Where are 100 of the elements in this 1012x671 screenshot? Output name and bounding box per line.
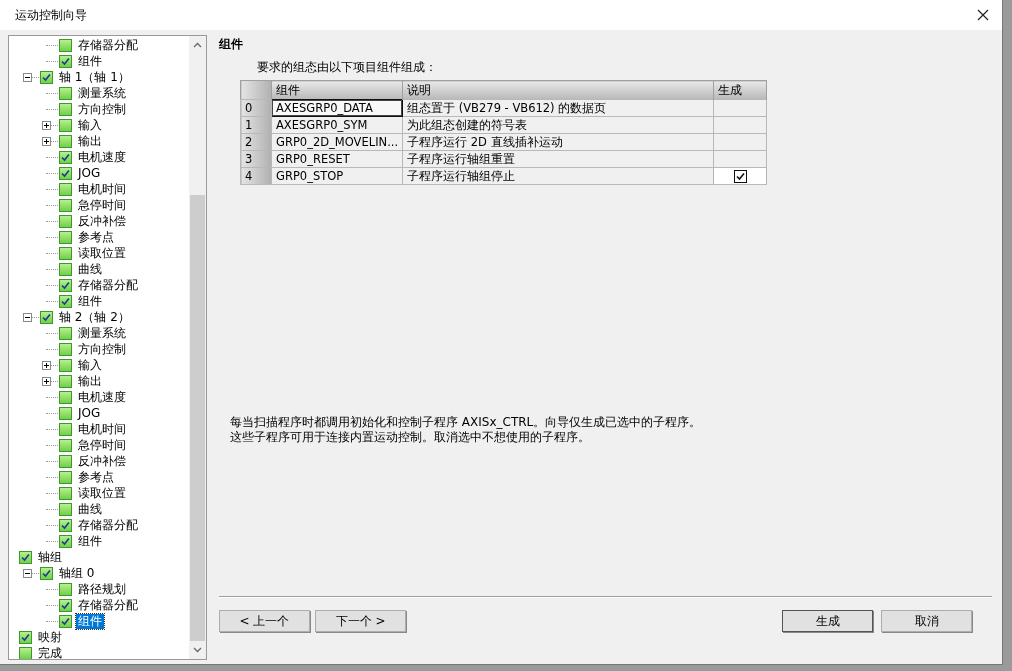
tree-item[interactable]: 曲线 [76,501,104,517]
tree-checkbox[interactable] [59,38,72,52]
tree-item[interactable]: 参考点 [76,229,116,245]
next-button[interactable]: 下一个 > [315,610,406,632]
expander-icon[interactable] [23,72,32,82]
tree-item[interactable]: 电机时间 [76,181,128,197]
tree-checkbox[interactable] [59,198,72,212]
tree-checkbox[interactable] [59,342,72,356]
tree-item[interactable]: 读取位置 [76,245,128,261]
tree-checkbox[interactable] [59,102,72,116]
tree-item[interactable]: 测量系统 [76,325,128,341]
scroll-down-icon[interactable] [193,647,202,653]
tree-checkbox[interactable] [59,534,72,548]
tree-checkbox[interactable] [59,326,72,340]
cancel-button[interactable]: 取消 [881,610,972,632]
tree-checkbox[interactable] [59,358,72,372]
tree-item[interactable]: 输入 [76,357,104,373]
tree-checkbox[interactable] [59,454,72,468]
tree-item[interactable]: 轴组 [36,549,64,565]
tree-checkbox[interactable] [59,582,72,596]
tree-item[interactable]: 读取位置 [76,485,128,501]
tree-item[interactable]: JOG [76,405,103,421]
tree-checkbox[interactable] [59,54,72,68]
tree-checkbox[interactable] [19,550,32,564]
tree-item[interactable]: 组件 [76,293,104,309]
tree-checkbox[interactable] [59,518,72,532]
tree-item[interactable]: 轴 2（轴 2） [57,309,132,325]
tree-item[interactable]: 曲线 [76,261,104,277]
row-header: 0 [240,99,272,117]
table-cell[interactable]: AXESGRP0_DATA [271,99,403,117]
tree-checkbox[interactable] [59,294,72,308]
expander-icon[interactable] [42,136,51,146]
generate-button[interactable]: 生成 [782,610,873,632]
scroll-up-icon[interactable] [193,42,202,48]
tree-item[interactable]: 方向控制 [76,341,128,357]
tree-item[interactable]: 输出 [76,133,104,149]
column-header[interactable]: 组件 [271,80,403,100]
tree-checkbox[interactable] [59,246,72,260]
tree-checkbox[interactable] [59,614,72,628]
tree-checkbox[interactable] [40,70,53,84]
scrollbar-thumb[interactable] [190,194,205,641]
tree-checkbox[interactable] [59,166,72,180]
tree-checkbox[interactable] [59,118,72,132]
tree-checkbox[interactable] [59,438,72,452]
tree-item[interactable]: 路径规划 [76,581,128,597]
expander-icon[interactable] [42,360,51,370]
tree-checkbox[interactable] [59,262,72,276]
tree-checkbox[interactable] [19,646,32,659]
expander-icon[interactable] [23,312,32,322]
tree-item[interactable]: JOG [76,165,103,181]
tree-checkbox[interactable] [59,486,72,500]
tree-item[interactable]: 参考点 [76,469,116,485]
tree-item[interactable]: 组件 [76,533,104,549]
tree-item[interactable]: 完成 [36,645,64,659]
tree-item[interactable]: 存储器分配 [76,597,140,613]
tree-item[interactable]: 电机时间 [76,421,128,437]
tree-item[interactable]: 输出 [76,373,104,389]
tree-item[interactable]: 方向控制 [76,101,128,117]
expander-icon[interactable] [42,376,51,386]
tree-checkbox[interactable] [59,230,72,244]
tree-checkbox[interactable] [19,630,32,644]
tree-item[interactable]: 反冲补偿 [76,453,128,469]
tree-checkbox[interactable] [59,406,72,420]
tree-item[interactable]: 输入 [76,117,104,133]
tree-item[interactable]: 急停时间 [76,197,128,213]
tree-item[interactable]: 存储器分配 [76,277,140,293]
tree-item[interactable]: 存储器分配 [76,517,140,533]
tree-item[interactable]: 存储器分配 [76,37,140,53]
tree-checkbox[interactable] [59,182,72,196]
tree-item[interactable]: 电机速度 [76,149,128,165]
expander-icon[interactable] [42,120,51,130]
close-icon[interactable] [977,9,989,21]
generate-checkbox[interactable] [733,170,747,183]
tree-checkbox[interactable] [59,134,72,148]
column-header[interactable]: 生成 [713,80,767,100]
tree-checkbox[interactable] [40,310,53,324]
tree-checkbox[interactable] [59,422,72,436]
tree-checkbox[interactable] [59,390,72,404]
tree-item[interactable]: 轴 1（轴 1） [57,69,132,85]
tree-checkbox[interactable] [59,374,72,388]
tree-checkbox[interactable] [59,278,72,292]
tree-item[interactable]: 组件 [76,53,104,69]
tree-item[interactable]: 组件 [76,613,104,629]
tree-checkbox[interactable] [59,150,72,164]
tree-item[interactable]: 测量系统 [76,85,128,101]
tree-item[interactable]: 电机速度 [76,389,128,405]
tree-checkbox[interactable] [59,470,72,484]
tree-checkbox[interactable] [59,502,72,516]
column-header[interactable]: 说明 [402,80,714,100]
tree-item[interactable]: 反冲补偿 [76,213,128,229]
tree-checkbox[interactable] [59,86,72,100]
tree-item[interactable]: 轴组 0 [57,565,97,581]
tree-item[interactable]: 映射 [36,629,64,645]
tree-checkbox[interactable] [59,214,72,228]
tree-checkbox[interactable] [40,566,53,580]
tree-checkbox[interactable] [59,598,72,612]
scrollbar[interactable] [189,36,206,659]
tree-item[interactable]: 急停时间 [76,437,128,453]
expander-icon[interactable] [23,568,32,578]
back-button[interactable]: < 上一个 [219,610,310,632]
